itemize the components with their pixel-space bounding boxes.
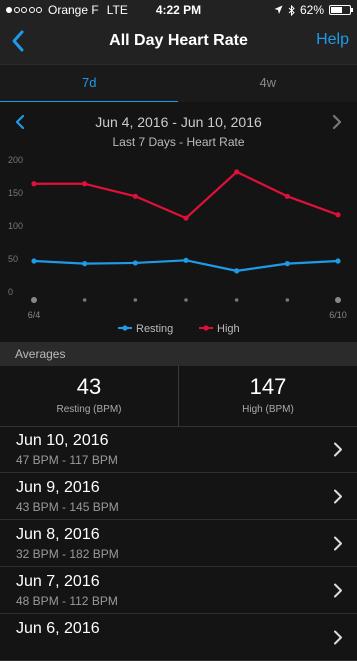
average-resting-value: 43 bbox=[0, 374, 178, 400]
day-row[interactable]: Jun 7, 2016 48 BPM - 112 BPM bbox=[0, 567, 357, 614]
y-tick-label: 0 bbox=[8, 287, 13, 297]
data-point-resting bbox=[335, 258, 340, 263]
location-arrow-icon bbox=[274, 5, 283, 15]
average-high-label: High (BPM) bbox=[179, 404, 357, 415]
heart-rate-chart: Jun 4, 2016 - Jun 10, 2016 Last 7 Days -… bbox=[0, 102, 357, 342]
x-tick-label: 6/10 bbox=[329, 310, 347, 320]
data-point-resting bbox=[133, 260, 138, 265]
chevron-right-icon bbox=[333, 536, 343, 551]
data-point-high bbox=[234, 169, 239, 174]
y-tick-label: 50 bbox=[8, 254, 18, 264]
period-tabs: 7d 4w bbox=[0, 65, 357, 103]
day-bpm-range: 48 BPM - 112 BPM bbox=[16, 594, 118, 608]
day-date: Jun 9, 2016 bbox=[16, 479, 100, 497]
battery-percent: 62% bbox=[300, 3, 324, 17]
data-point-high bbox=[335, 212, 340, 217]
y-tick-label: 200 bbox=[8, 155, 23, 165]
help-button[interactable]: Help bbox=[316, 31, 349, 49]
day-date: Jun 10, 2016 bbox=[16, 432, 109, 450]
average-high-value: 147 bbox=[179, 374, 357, 400]
day-date: Jun 7, 2016 bbox=[16, 573, 100, 591]
y-tick-label: 150 bbox=[8, 188, 23, 198]
x-tick-marker bbox=[235, 298, 239, 302]
average-high: 147 High (BPM) bbox=[178, 366, 357, 426]
day-list: Jun 10, 2016 47 BPM - 117 BPM Jun 9, 201… bbox=[0, 426, 357, 661]
data-point-resting bbox=[234, 268, 239, 273]
chevron-right-icon bbox=[333, 583, 343, 598]
status-right: 62% bbox=[274, 3, 351, 17]
data-point-high bbox=[31, 181, 36, 186]
day-bpm-range: 32 BPM - 182 BPM bbox=[16, 547, 119, 561]
average-resting: 43 Resting (BPM) bbox=[0, 366, 178, 426]
data-point-resting bbox=[183, 258, 188, 263]
day-row[interactable]: Jun 6, 2016 bbox=[0, 614, 357, 661]
nav-bar: All Day Heart Rate Help bbox=[0, 20, 357, 65]
data-point-high bbox=[133, 194, 138, 199]
day-row[interactable]: Jun 9, 2016 43 BPM - 145 BPM bbox=[0, 473, 357, 520]
line-chart: 200 150 100 50 0 6/4 6/10 Resting High bbox=[0, 102, 357, 342]
y-tick-label: 100 bbox=[8, 221, 23, 231]
chevron-right-icon bbox=[333, 442, 343, 457]
x-tick-marker bbox=[286, 298, 290, 302]
legend-marker-high bbox=[203, 325, 208, 330]
data-point-resting bbox=[82, 261, 87, 266]
series-line-high bbox=[34, 172, 338, 218]
tab-4w[interactable]: 4w bbox=[179, 65, 357, 103]
legend-marker-resting bbox=[122, 325, 127, 330]
x-tick-marker bbox=[134, 298, 138, 302]
average-resting-label: Resting (BPM) bbox=[0, 404, 178, 415]
page-title: All Day Heart Rate bbox=[0, 32, 357, 50]
legend-label-resting: Resting bbox=[136, 323, 173, 335]
battery-icon bbox=[329, 5, 351, 15]
chevron-right-icon bbox=[333, 630, 343, 645]
legend-label-high: High bbox=[217, 323, 240, 335]
x-tick-marker bbox=[31, 297, 37, 303]
day-date: Jun 8, 2016 bbox=[16, 526, 100, 544]
averages-panel: 43 Resting (BPM) 147 High (BPM) bbox=[0, 366, 357, 427]
status-bar: Orange F LTE 4:22 PM 62% bbox=[0, 0, 357, 20]
x-tick-marker bbox=[335, 297, 341, 303]
data-point-resting bbox=[31, 258, 36, 263]
x-tick-marker bbox=[83, 298, 87, 302]
x-tick-marker bbox=[184, 298, 188, 302]
data-point-resting bbox=[285, 261, 290, 266]
day-bpm-range: 43 BPM - 145 BPM bbox=[16, 500, 119, 514]
tab-7d[interactable]: 7d bbox=[0, 65, 179, 103]
bluetooth-icon bbox=[288, 5, 295, 16]
day-bpm-range: 47 BPM - 117 BPM bbox=[16, 453, 118, 467]
day-row[interactable]: Jun 8, 2016 32 BPM - 182 BPM bbox=[0, 520, 357, 567]
averages-header: Averages bbox=[0, 342, 357, 366]
x-tick-label: 6/4 bbox=[28, 310, 41, 320]
averages-title: Averages bbox=[15, 347, 65, 361]
data-point-high bbox=[285, 194, 290, 199]
chevron-right-icon bbox=[333, 489, 343, 504]
day-row[interactable]: Jun 10, 2016 47 BPM - 117 BPM bbox=[0, 426, 357, 473]
day-date: Jun 6, 2016 bbox=[16, 620, 100, 638]
data-point-high bbox=[183, 215, 188, 220]
data-point-high bbox=[82, 181, 87, 186]
